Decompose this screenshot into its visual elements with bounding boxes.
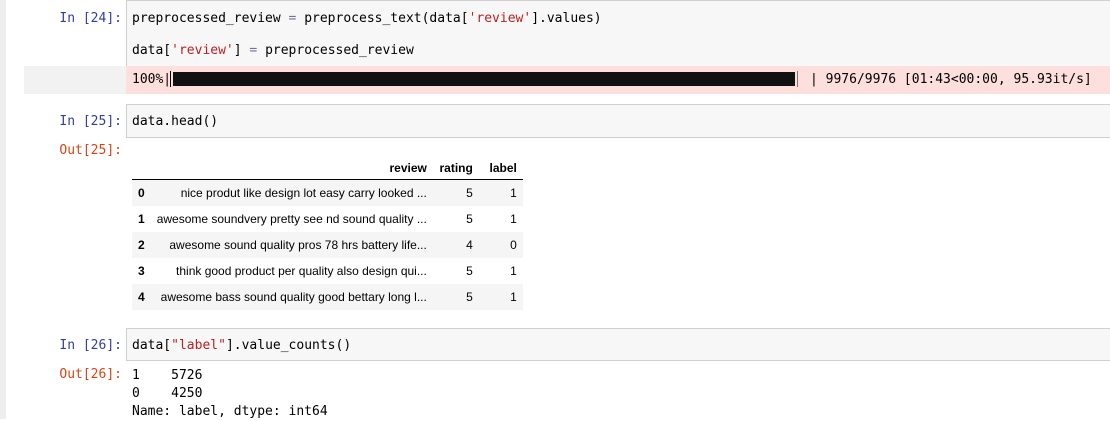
column-header-review: review — [150, 157, 433, 180]
label-cell: 1 — [510, 212, 517, 226]
table-row: 0 nice produt like design lot easy carry… — [132, 179, 523, 206]
column-header-rating: rating — [432, 157, 479, 180]
cell-24-code-editor[interactable]: preprocessed_review = preprocess_text(da… — [126, 0, 1110, 67]
progress-stats: | 9976/9976 [01:43<00:00, 95.93it/s] — [810, 72, 1092, 87]
cell-25-input-prompt: In [25]: — [59, 114, 122, 129]
progress-percent-label: 100%| — [132, 72, 172, 87]
cell-24-code-line-1: preprocessed_review = preprocess_text(da… — [132, 11, 602, 26]
review-cell: awesome bass sound quality good bettary … — [160, 290, 427, 304]
rating-cell: 5 — [466, 264, 473, 278]
review-cell: think good product per quality also desi… — [176, 264, 427, 278]
review-cell: awesome sound quality pros 78 hrs batter… — [169, 238, 427, 252]
rating-cell: 5 — [466, 186, 473, 200]
rating-cell: 5 — [466, 212, 473, 226]
row-index: 0 — [138, 186, 145, 200]
label-cell: 1 — [510, 186, 517, 200]
review-cell: nice produt like design lot easy carry l… — [180, 186, 427, 200]
table-row: 3 think good product per quality also de… — [132, 258, 523, 284]
dataframe-table: review rating label 0 nice produt like d… — [132, 157, 523, 310]
rating-cell: 4 — [466, 238, 473, 252]
notebook-left-margin — [0, 0, 6, 419]
index-header — [132, 157, 151, 180]
output-line: 0 4250 — [132, 386, 203, 401]
table-header-row: review rating label — [132, 157, 523, 180]
output-line: Name: label, dtype: int64 — [132, 404, 328, 419]
progress-bar — [170, 71, 798, 87]
label-cell: 1 — [510, 290, 517, 304]
label-cell: 1 — [510, 264, 517, 278]
cell-24-stderr-output: 100%| | 9976/9976 [01:43<00:00, 95.93it/… — [24, 66, 1110, 94]
cell-26-code-editor[interactable]: data["label"].value_counts() — [126, 328, 1110, 361]
cell-25-code-line: data.head() — [132, 114, 219, 129]
cell-25-code-editor[interactable]: data.head() — [126, 104, 1110, 138]
row-index: 3 — [138, 264, 145, 278]
cell-26-output-prompt: Out[26]: — [59, 367, 122, 382]
row-index: 4 — [138, 290, 145, 304]
table-row: 4 awesome bass sound quality good bettar… — [132, 284, 523, 310]
cell-26-code-line: data["label"].value_counts() — [132, 338, 352, 353]
rating-cell: 5 — [466, 290, 473, 304]
review-cell: awesome soundvery pretty see nd sound qu… — [156, 212, 427, 226]
progress-bar-fill — [173, 72, 795, 86]
output-line: 1 5726 — [132, 368, 203, 383]
table-row: 2 awesome sound quality pros 78 hrs batt… — [132, 232, 523, 258]
cell-26-input-prompt: In [26]: — [59, 338, 122, 353]
cell-24-input-prompt: In [24]: — [59, 11, 122, 26]
label-cell: 0 — [510, 238, 517, 252]
row-index: 1 — [138, 212, 145, 226]
cell-24-code-line-2: data['review'] = preprocessed_review — [132, 43, 414, 58]
column-header-label: label — [478, 157, 523, 180]
cell-26-output: 1 5726 0 4250 Name: label, dtype: int64 — [132, 367, 328, 421]
table-row: 1 awesome soundvery pretty see nd sound … — [132, 206, 523, 232]
stderr-prompt-area — [24, 66, 126, 94]
row-index: 2 — [138, 238, 145, 252]
cell-25-output-prompt: Out[25]: — [59, 143, 122, 158]
